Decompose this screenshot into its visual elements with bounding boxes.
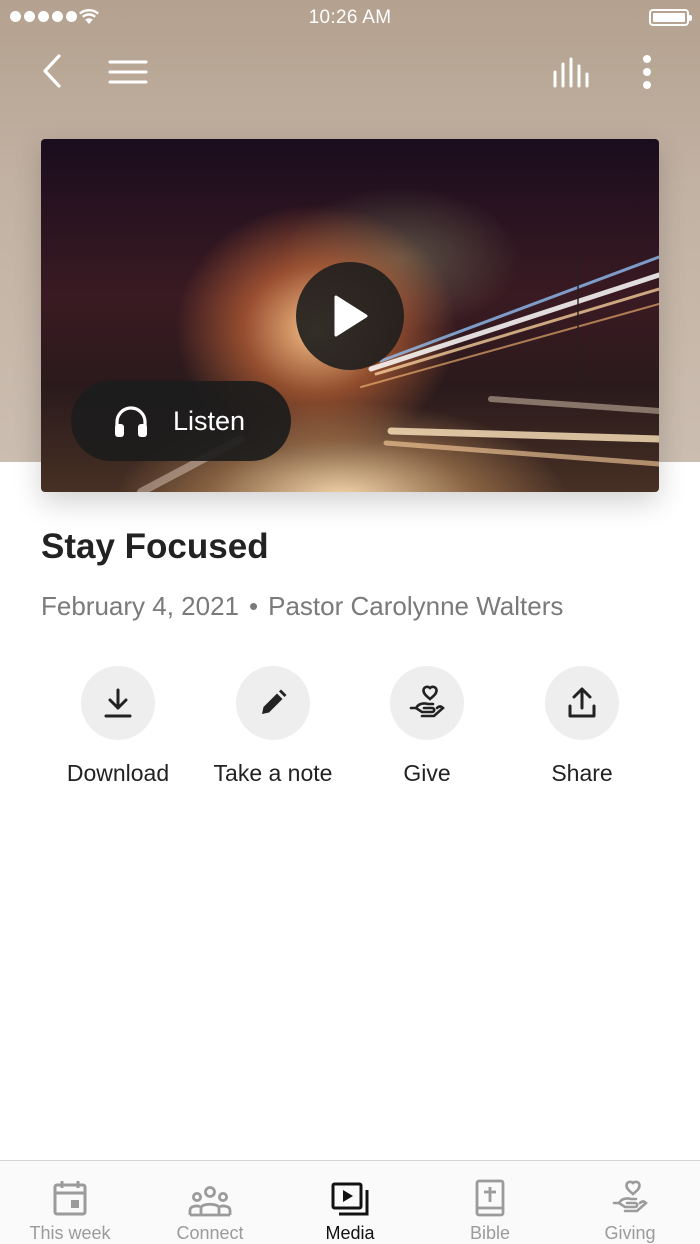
meta-separator: • bbox=[249, 591, 259, 621]
tab-bar: This week Connect Media Bible Giving bbox=[0, 1160, 700, 1244]
tab-label: Giving bbox=[604, 1223, 656, 1243]
take-note-button[interactable]: Take a note bbox=[198, 666, 348, 787]
play-icon bbox=[334, 295, 368, 337]
hamburger-icon bbox=[108, 60, 148, 84]
download-button[interactable]: Download bbox=[43, 666, 193, 787]
status-time: 10:26 AM bbox=[308, 7, 392, 28]
headphones-icon bbox=[111, 401, 151, 441]
status-bar: 10:26 AM bbox=[0, 0, 700, 36]
bible-icon bbox=[475, 1179, 505, 1217]
listen-button[interactable]: Listen bbox=[71, 381, 291, 461]
hand-heart-icon bbox=[409, 685, 445, 718]
download-label: Download bbox=[66, 760, 170, 786]
share-button[interactable]: Share bbox=[507, 666, 657, 787]
pencil-icon bbox=[262, 689, 287, 714]
tab-label: Bible bbox=[469, 1223, 511, 1243]
tab-label: Media bbox=[325, 1223, 375, 1243]
audio-bars-icon bbox=[553, 57, 589, 88]
video-library-icon bbox=[331, 1182, 369, 1216]
tab-media[interactable]: Media bbox=[280, 1161, 420, 1244]
tab-label: Connect bbox=[176, 1223, 244, 1243]
people-icon bbox=[188, 1186, 232, 1217]
back-button[interactable] bbox=[36, 52, 68, 90]
battery-icon bbox=[649, 9, 692, 26]
tab-this-week[interactable]: This week bbox=[0, 1161, 140, 1244]
take-note-label: Take a note bbox=[213, 760, 333, 786]
tab-connect[interactable]: Connect bbox=[140, 1161, 280, 1244]
download-icon bbox=[104, 688, 132, 718]
audio-button[interactable] bbox=[548, 54, 596, 90]
share-icon bbox=[568, 687, 596, 718]
media-meta: February 4, 2021 • Pastor Carolynne Walt… bbox=[41, 591, 563, 622]
listen-label: Listen bbox=[173, 405, 246, 436]
hand-heart-icon bbox=[612, 1180, 648, 1213]
media-speaker: Pastor Carolynne Walters bbox=[268, 591, 564, 621]
give-label: Give bbox=[403, 760, 451, 786]
tab-label: This week bbox=[29, 1223, 111, 1243]
share-label: Share bbox=[551, 760, 613, 786]
give-button[interactable]: Give bbox=[352, 666, 502, 787]
vertical-dots-icon bbox=[643, 55, 651, 89]
media-date: February 4, 2021 bbox=[41, 591, 240, 621]
play-button[interactable] bbox=[296, 262, 404, 370]
tab-giving[interactable]: Giving bbox=[560, 1161, 700, 1244]
more-button[interactable] bbox=[632, 52, 662, 92]
calendar-icon bbox=[53, 1181, 87, 1216]
tab-bible[interactable]: Bible bbox=[420, 1161, 560, 1244]
video-thumbnail[interactable]: Listen bbox=[41, 139, 659, 492]
menu-button[interactable] bbox=[106, 56, 150, 88]
chevron-left-icon bbox=[43, 54, 61, 88]
page-title: Stay Focused bbox=[41, 527, 269, 566]
